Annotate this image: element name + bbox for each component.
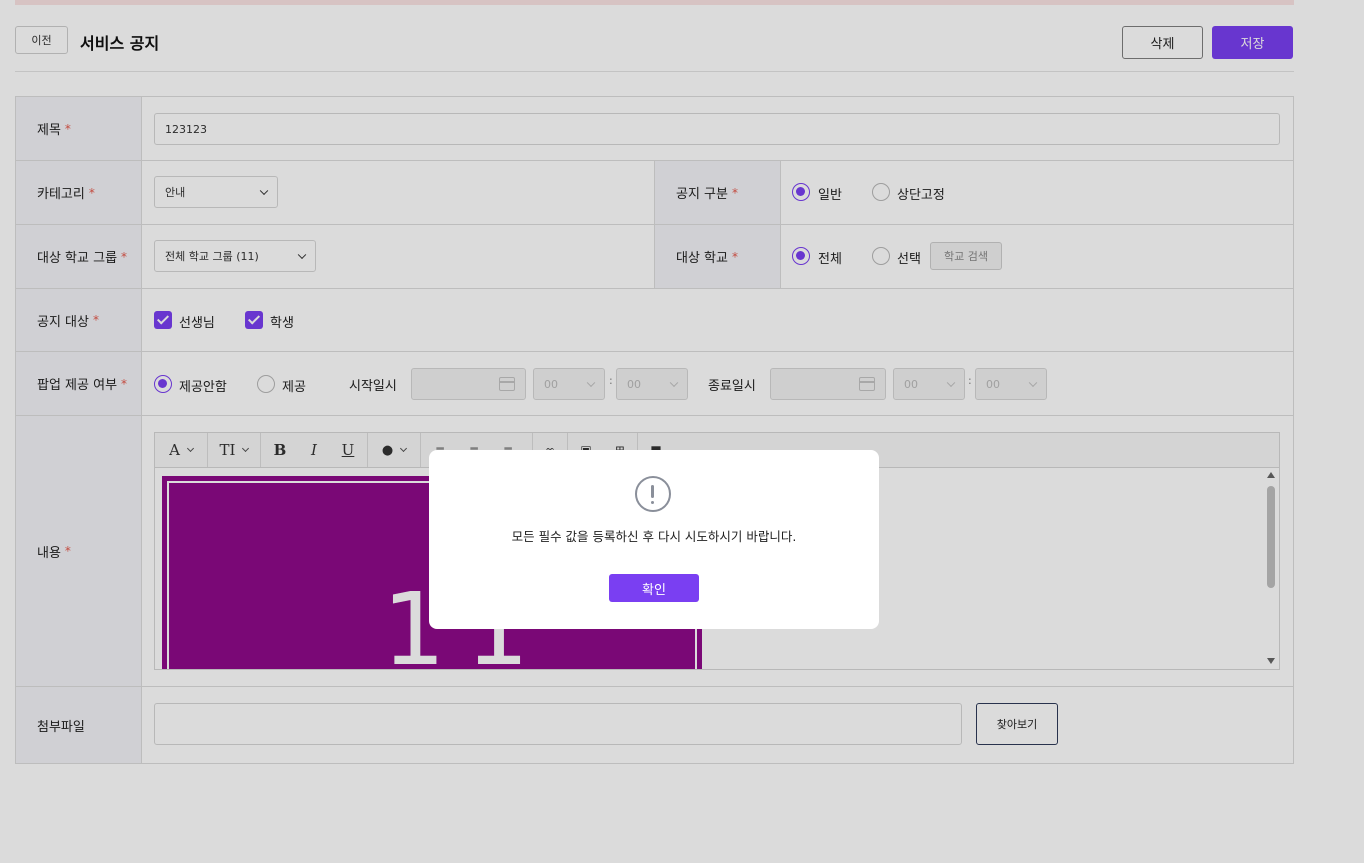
confirm-button[interactable]: 확인 <box>609 574 699 602</box>
alert-modal: 모든 필수 값을 등록하신 후 다시 시도하시기 바랍니다. 확인 <box>429 450 879 629</box>
modal-overlay <box>0 0 1364 863</box>
modal-message: 모든 필수 값을 등록하신 후 다시 시도하시기 바랍니다. <box>511 529 797 544</box>
exclamation-circle-icon <box>635 476 671 512</box>
